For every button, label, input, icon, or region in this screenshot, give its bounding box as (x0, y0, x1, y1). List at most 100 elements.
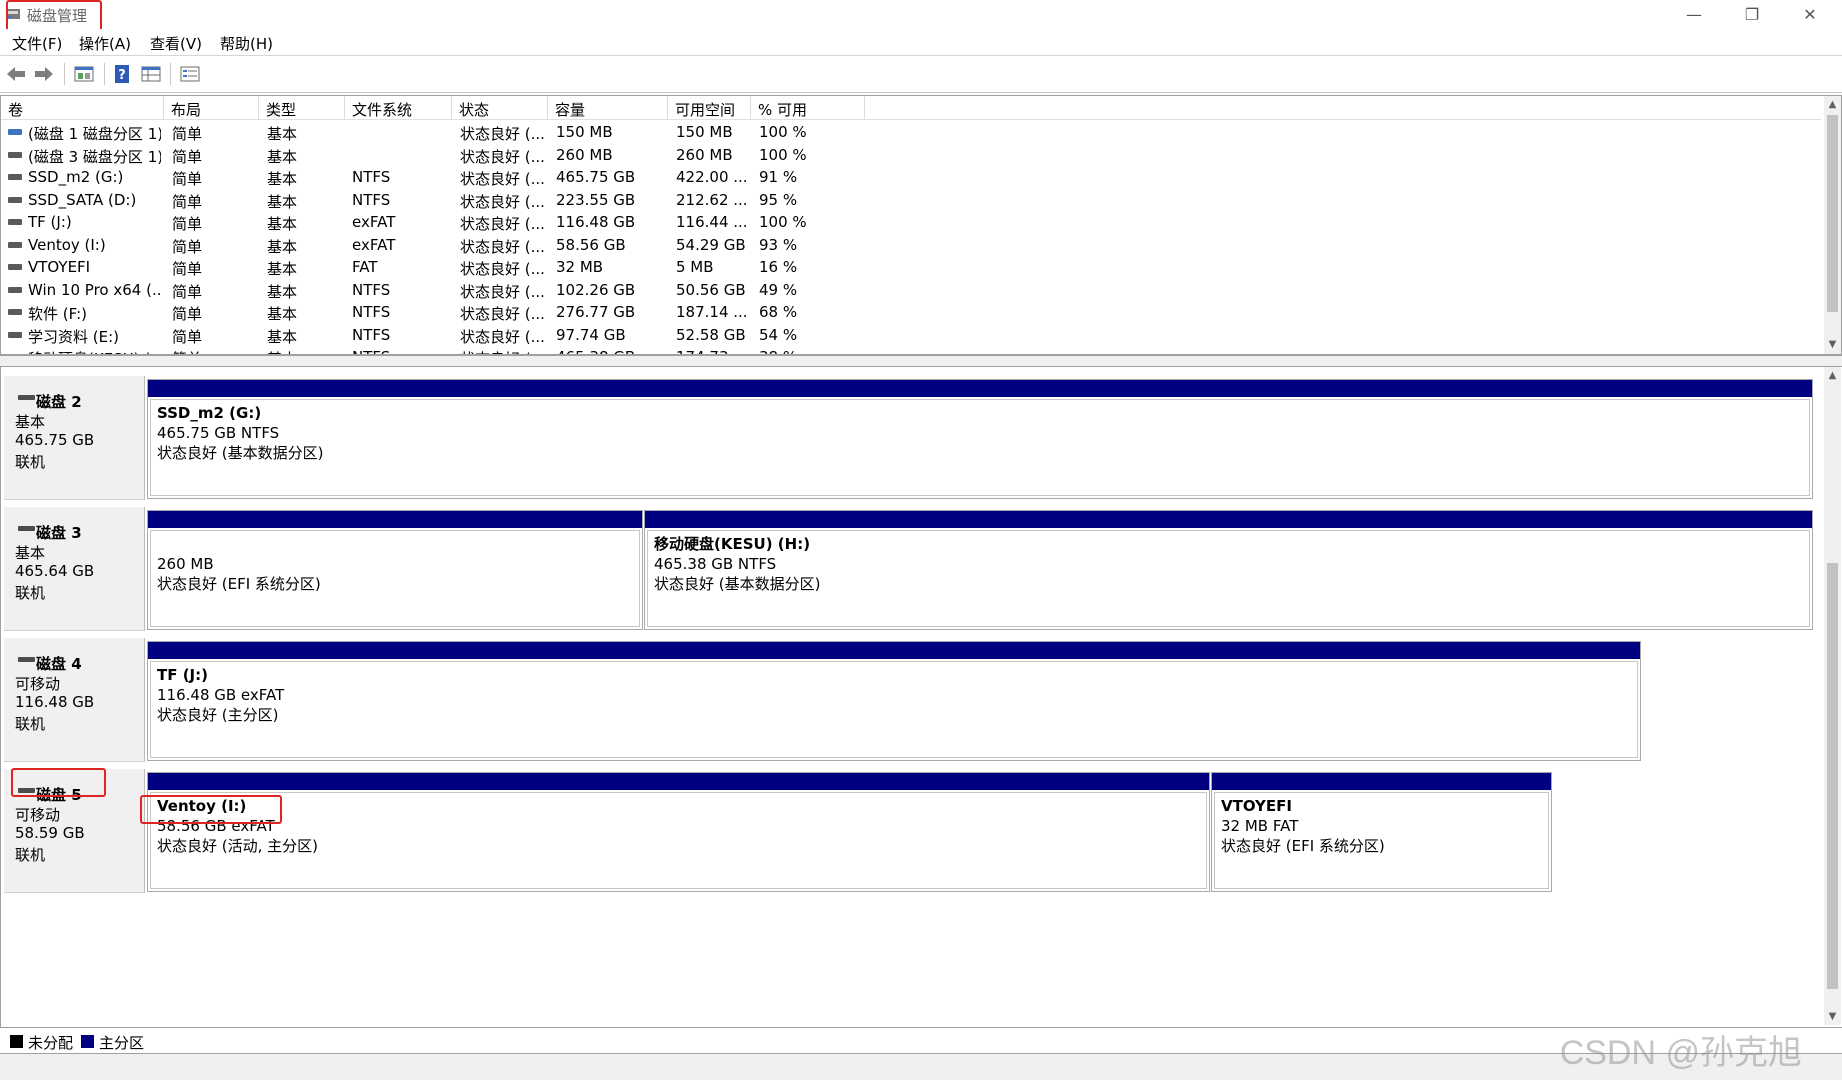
scroll-down-icon[interactable]: ▼ (1824, 336, 1841, 353)
cell-free-space: 116.44 ... (676, 213, 748, 231)
forward-icon[interactable] (32, 63, 56, 85)
properties-icon[interactable] (139, 63, 163, 85)
cell-free-space: 52.58 GB (676, 325, 746, 344)
cell-volume: 学习资料 (E:) (28, 327, 120, 346)
column-header-type[interactable]: 类型 (259, 96, 345, 120)
table-row[interactable]: 移动硬盘(KESU) (... 简单 基本 NTFS 状态良好 (... 465.38 G… (1, 346, 1821, 354)
disk-size: 116.48 GB (15, 693, 95, 711)
disk-type: 基本 (15, 413, 46, 431)
menu-file[interactable]: 文件(F) (12, 33, 62, 54)
scroll-down-icon[interactable]: ▼ (1824, 1008, 1841, 1025)
scroll-up-icon[interactable]: ▲ (1824, 367, 1841, 384)
cell-type: 基本 (267, 147, 298, 166)
cell-layout: 简单 (172, 348, 257, 354)
cell-type: 基本 (267, 305, 298, 323)
cell-layout: 简单 (172, 237, 203, 256)
menu-action[interactable]: 操作(A) (79, 33, 131, 54)
column-header-volume[interactable]: 卷 (1, 96, 164, 120)
cell-type: 基本 (267, 327, 298, 346)
menu-view[interactable]: 查看(V) (150, 33, 202, 54)
partition-tf[interactable]: TF (J:) 116.48 GB exFAT 状态良好 (主分区) (147, 641, 1641, 761)
disk-management-icon (5, 6, 21, 22)
toolbar-separator (104, 63, 105, 85)
cell-status: 状态良好 (... (460, 348, 546, 354)
cell-layout: 简单 (172, 327, 203, 346)
cell-status: 状态良好 (... (460, 327, 545, 346)
table-row[interactable]: (磁盘 1 磁盘分区 1) 简单 基本 状态良好 (... 150 MB 150 MB 10… (1, 121, 1821, 143)
disk-2-label[interactable]: 磁盘 2 基本 465.75 GB 联机 (4, 376, 145, 500)
minimize-button[interactable]: — (1665, 0, 1723, 29)
column-header-percent-free[interactable]: % 可用 (751, 96, 865, 120)
cell-type: 基本 (267, 192, 298, 211)
disk-icon (18, 395, 35, 400)
cell-capacity: 102.26 GB (556, 280, 636, 299)
cell-type: 基本 (267, 237, 298, 256)
cell-volume: VTOYEFI (28, 258, 91, 276)
cell-layout: 简单 (172, 282, 203, 301)
cell-free-space: 50.56 GB (676, 280, 746, 299)
title-bar: 磁盘管理 — ❐ ✕ (0, 0, 1842, 29)
disk-size: 58.59 GB (15, 824, 85, 842)
cell-layout: 简单 (172, 170, 203, 188)
partition-title: TF (J:) (157, 666, 208, 684)
disk-3-label[interactable]: 磁盘 3 基本 465.64 GB 联机 (4, 507, 145, 631)
disk-view-scrollbar[interactable]: ▲ ▼ (1824, 367, 1841, 1025)
table-row[interactable]: 学习资料 (E:) 简单 基本 NTFS 状态良好 (... 97.74 GB 52.58 … (1, 324, 1821, 346)
cell-type: 基本 (267, 348, 343, 354)
volume-icon (8, 174, 22, 180)
volume-list-scrollbar[interactable]: ▲ ▼ (1824, 96, 1841, 354)
cell-layout: 简单 (172, 147, 203, 166)
back-icon[interactable] (4, 63, 28, 85)
cell-filesystem: NTFS (352, 280, 391, 299)
cell-percent-free: 16 % (759, 258, 798, 276)
pane-splitter[interactable] (0, 355, 1842, 367)
partition-status: 状态良好 (EFI 系统分区) (157, 575, 321, 593)
maximize-button[interactable]: ❐ (1723, 0, 1781, 29)
menu-bar: 文件(F) 操作(A) 查看(V) 帮助(H) (0, 29, 1842, 56)
partition-title: Ventoy (I:) (157, 797, 247, 815)
cell-type: 基本 (267, 215, 298, 233)
cell-free-space: 422.00 ... (676, 168, 748, 186)
disk-type: 可移动 (15, 675, 61, 693)
table-row[interactable]: Ventoy (I:) 简单 基本 exFAT 状态良好 (... 58.56 GB 54.… (1, 234, 1821, 256)
disk-list-icon[interactable] (72, 63, 96, 85)
console-icon[interactable] (178, 63, 202, 85)
primary-partition-bar (148, 773, 1209, 790)
scrollbar-thumb[interactable] (1827, 115, 1838, 312)
cell-free-space: 5 MB (676, 258, 714, 276)
partition-size: 465.38 GB NTFS (654, 555, 777, 573)
partition-status: 状态良好 (基本数据分区) (157, 444, 324, 462)
scroll-up-icon[interactable]: ▲ (1824, 96, 1841, 113)
partition-ventoy[interactable]: Ventoy (I:) 58.56 GB exFAT 状态良好 (活动, 主分区… (147, 772, 1210, 892)
table-row[interactable]: TF (J:) 简单 基本 exFAT 状态良好 (... 116.48 GB 116.44… (1, 211, 1821, 233)
volume-list: 卷 布局 类型 文件系统 状态 容量 可用空间 % 可用 (磁盘 1 磁盘分区 … (0, 95, 1842, 355)
disk-4-label[interactable]: 磁盘 4 可移动 116.48 GB 联机 (4, 638, 145, 762)
table-row[interactable]: VTOYEFI 简单 基本 FAT 状态良好 (... 32 MB 5 MB 16 % (1, 256, 1821, 278)
menu-help[interactable]: 帮助(H) (220, 33, 273, 54)
toolbar: ? (0, 57, 1842, 93)
disk-5-label[interactable]: 磁盘 5 可移动 58.59 GB 联机 (4, 769, 145, 893)
table-row[interactable]: Win 10 Pro x64 (... 简单 基本 NTFS 状态良好 (... 102.… (1, 279, 1821, 301)
cell-volume: SSD_m2 (G:) (28, 168, 124, 186)
scrollbar-thumb[interactable] (1827, 563, 1838, 989)
cell-percent-free: 100 % (759, 145, 807, 164)
column-header-free-space[interactable]: 可用空间 (668, 96, 751, 120)
table-row[interactable]: (磁盘 3 磁盘分区 1) 简单 基本 状态良好 (... 260 MB 260 MB 10… (1, 144, 1821, 166)
column-header-layout[interactable]: 布局 (164, 96, 259, 120)
cell-layout: 简单 (172, 125, 203, 143)
table-row[interactable]: 软件 (F:) 简单 基本 NTFS 状态良好 (... 276.77 GB 187.14 … (1, 301, 1821, 323)
table-row[interactable]: SSD_m2 (G:) 简单 基本 NTFS 状态良好 (... 465.75 GB 422… (1, 166, 1821, 188)
partition-vtoyefi[interactable]: VTOYEFI 32 MB FAT 状态良好 (EFI 系统分区) (1211, 772, 1552, 892)
partition-title: SSD_m2 (G:) (157, 404, 262, 422)
column-header-filesystem[interactable]: 文件系统 (345, 96, 452, 120)
partition-kesu[interactable]: 移动硬盘(KESU) (H:) 465.38 GB NTFS 状态良好 (基本数… (644, 510, 1813, 630)
help-icon[interactable]: ? (110, 63, 134, 85)
table-row[interactable]: SSD_SATA (D:) 简单 基本 NTFS 状态良好 (... 223.55 GB 2… (1, 189, 1821, 211)
partition-efi-disk3[interactable]: 260 MB 状态良好 (EFI 系统分区) (147, 510, 643, 630)
close-button[interactable]: ✕ (1781, 0, 1839, 29)
cell-filesystem: NTFS (352, 348, 450, 354)
cell-capacity: 116.48 GB (556, 213, 636, 231)
column-header-status[interactable]: 状态 (452, 96, 548, 120)
partition-ssd-m2[interactable]: SSD_m2 (G:) 465.75 GB NTFS 状态良好 (基本数据分区) (147, 379, 1813, 499)
column-header-capacity[interactable]: 容量 (548, 96, 668, 120)
